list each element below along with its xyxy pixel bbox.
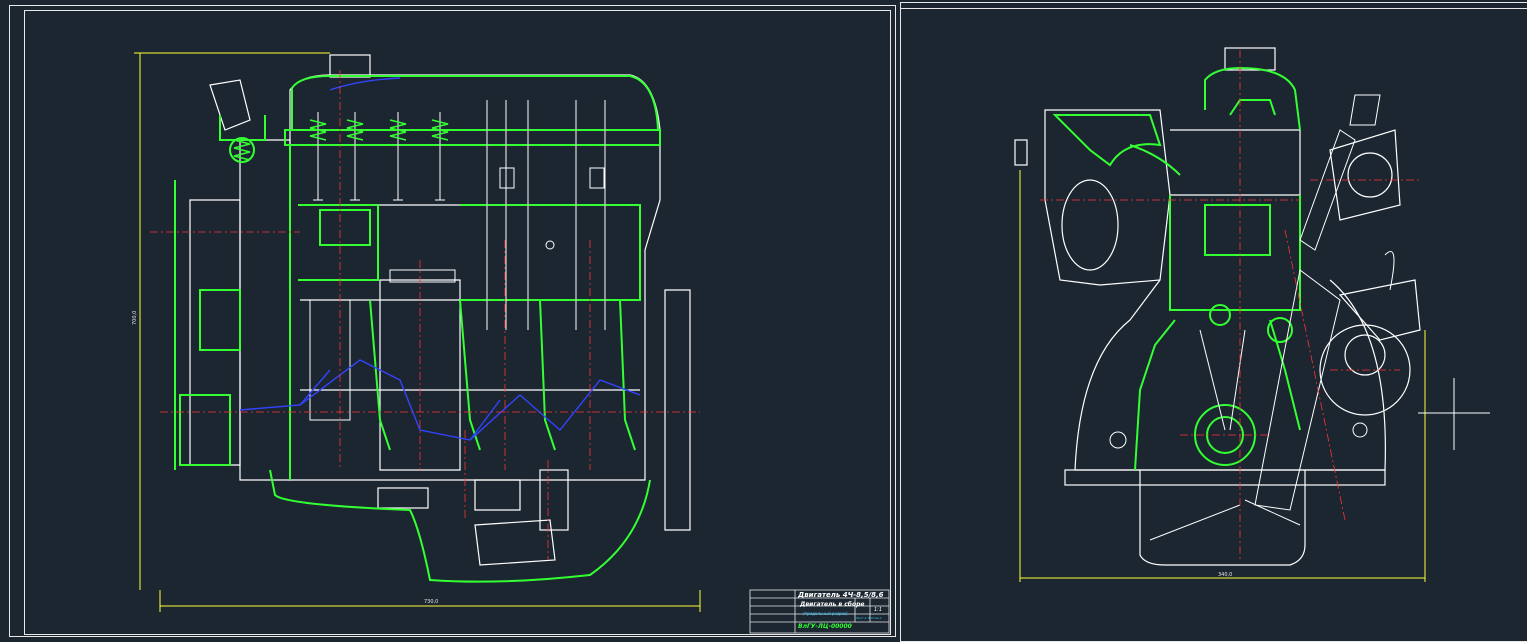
cad-viewport[interactable]: 700,0 730,0 340,0 Двигатель 4Ч-8,5/8,6 Д… <box>0 0 1527 642</box>
valve-train <box>309 100 606 421</box>
title-block-doc-code: ВлГУ-ЛЦ-00000 <box>798 623 852 630</box>
title-block-sheet-info: Лист 2 Листов 2 <box>856 616 882 620</box>
transverse-section-hatch <box>1052 66 1301 471</box>
cursor-crosshair <box>1418 378 1490 450</box>
title-block-title-line2: Двигатель в сборе <box>800 601 865 608</box>
transverse-centerlines <box>1040 50 1420 560</box>
engine-drawings-svg: 700,0 730,0 340,0 <box>132 47 1490 634</box>
right-width-dimension: 340,0 <box>1218 572 1232 578</box>
left-height-dimension: 700,0 <box>132 311 138 325</box>
right-dimension-lines <box>1019 170 1426 582</box>
title-block-title-line1: Двигатель 4Ч-8,5/8,6 <box>798 591 884 599</box>
left-width-dimension: 730,0 <box>424 599 438 605</box>
title-block-scale: 1:1 <box>874 607 883 613</box>
transverse-section-outline <box>1014 47 1421 566</box>
transverse-details <box>1109 94 1395 541</box>
title-block-subtitle: (продольный разрез) <box>803 611 848 616</box>
